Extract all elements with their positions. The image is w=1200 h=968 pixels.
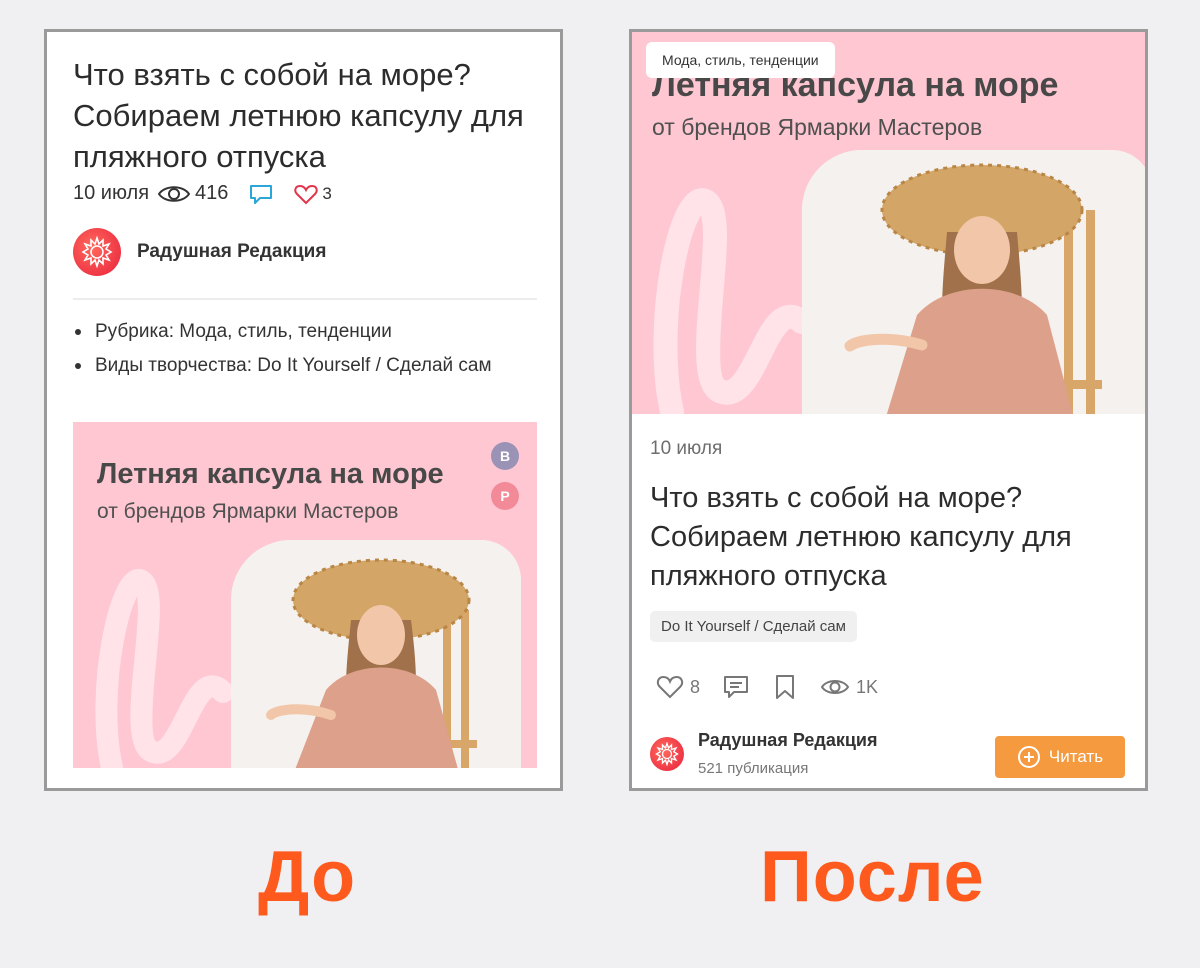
views: 1K: [820, 677, 878, 698]
woman-in-hat-illustration: [231, 540, 521, 768]
after-likes-count: 8: [690, 676, 701, 697]
category-chip[interactable]: Мода, стиль, тенденции: [646, 42, 835, 78]
before-likes[interactable]: 3: [294, 183, 332, 205]
read-button[interactable]: Читать: [995, 736, 1125, 778]
bookmark-icon[interactable]: [772, 673, 798, 701]
before-banner-title: Летняя капсула на море: [97, 458, 444, 490]
before-comments[interactable]: [248, 183, 274, 205]
before-views-count: 416: [195, 182, 229, 204]
comment-icon[interactable]: [722, 674, 750, 700]
banner-photo: [231, 540, 521, 768]
avatar[interactable]: [73, 228, 121, 276]
before-date: 10 июля: [73, 182, 149, 205]
divider: [73, 298, 537, 300]
before-author[interactable]: Радушная Редакция: [73, 228, 326, 276]
before-taxonomy-list: Рубрика: Мода, стиль, тенденции Виды тво…: [73, 318, 535, 386]
bookmark-button[interactable]: [772, 673, 798, 701]
eye-icon: [157, 185, 191, 202]
author-info: Радушная Редакция 521 публикация: [698, 730, 877, 777]
plus-circle-icon: [1017, 746, 1040, 768]
pinterest-share-button[interactable]: P: [491, 482, 519, 510]
after-article-banner[interactable]: Летняя капсула на море от брендов Ярмарк…: [632, 32, 1145, 414]
before-meta-row: 10 июля 416 3: [73, 182, 352, 205]
after-banner-subtitle: от брендов Ярмарки Мастеров: [652, 114, 983, 140]
like-button[interactable]: 8: [656, 674, 700, 700]
heart-icon[interactable]: [656, 674, 684, 700]
woman-in-hat-illustration: [802, 150, 1145, 414]
before-article-banner[interactable]: Летняя капсула на море от брендов Ярмарк…: [73, 422, 537, 768]
after-article-card: Летняя капсула на море от брендов Ярмарк…: [629, 29, 1148, 791]
before-views: 416: [157, 182, 228, 205]
comment-button[interactable]: [722, 674, 750, 700]
decorative-squiggle: [653, 188, 812, 414]
eye-icon: [820, 680, 850, 694]
after-views-count: 1K: [856, 676, 879, 697]
banner-photo: [802, 150, 1145, 414]
before-author-name[interactable]: Радушная Редакция: [137, 241, 326, 263]
decorative-squiggle: [95, 568, 233, 768]
after-author[interactable]: Радушная Редакция 521 публикация: [650, 730, 877, 777]
after-date: 10 июля: [650, 438, 723, 459]
before-likes-count: 3: [322, 183, 332, 203]
craft-tag[interactable]: Do It Yourself / Сделай сам: [650, 611, 857, 642]
after-author-name[interactable]: Радушная Редакция: [698, 730, 877, 751]
after-article-title[interactable]: Что взять с собой на море? Собираем летн…: [650, 479, 1120, 596]
avatar-sun-icon: [81, 236, 113, 268]
publications-count: 521 публикация: [698, 760, 809, 777]
heart-icon[interactable]: [294, 183, 319, 205]
comment-icon[interactable]: [248, 183, 274, 205]
avatar-sun-icon: [655, 741, 679, 766]
before-caption: До: [258, 837, 357, 917]
list-item[interactable]: Рубрика: Мода, стиль, тенденции: [73, 318, 535, 345]
avatar[interactable]: [650, 736, 684, 771]
vk-share-button[interactable]: В: [491, 442, 519, 470]
list-item[interactable]: Виды творчества: Do It Yourself / Сделай…: [73, 352, 535, 379]
before-banner-subtitle: от брендов Ярмарки Мастеров: [97, 500, 399, 523]
read-button-label: Читать: [1048, 747, 1104, 766]
before-article-title[interactable]: Что взять с собой на море? Собираем летн…: [73, 54, 533, 177]
after-caption: После: [760, 837, 985, 917]
after-actions-row: 8 1K: [656, 673, 900, 701]
before-article-card: Что взять с собой на море? Собираем летн…: [44, 29, 563, 791]
before-date-text: 10 июля: [73, 182, 150, 204]
